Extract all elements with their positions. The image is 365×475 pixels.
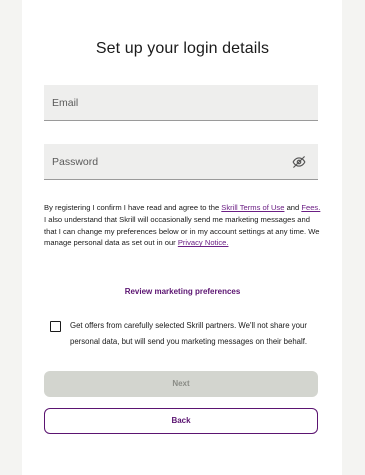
email-field-container	[44, 85, 318, 121]
password-field[interactable]	[44, 144, 318, 179]
fees-link[interactable]: Fees.	[301, 203, 320, 212]
partner-offers-label: Get offers from carefully selected Skril…	[70, 321, 308, 346]
privacy-notice-link[interactable]: Privacy Notice.	[178, 238, 229, 247]
terms-of-use-link[interactable]: Skrill Terms of Use	[221, 203, 284, 212]
legal-text-2: and	[284, 203, 302, 212]
email-field[interactable]	[44, 85, 318, 120]
legal-text-1: By registering I confirm I have read and…	[44, 203, 222, 212]
password-field-container	[44, 144, 318, 180]
next-button[interactable]: Next	[44, 371, 318, 397]
partner-offers-checkbox[interactable]	[50, 321, 61, 332]
legal-notice: By registering I confirm I have read and…	[44, 202, 322, 249]
page-title: Set up your login details	[95, 40, 270, 57]
review-marketing-preferences-link[interactable]: Review marketing preferences	[0, 287, 365, 296]
eye-slash-icon[interactable]	[292, 155, 306, 169]
back-button[interactable]: Back	[44, 408, 318, 434]
